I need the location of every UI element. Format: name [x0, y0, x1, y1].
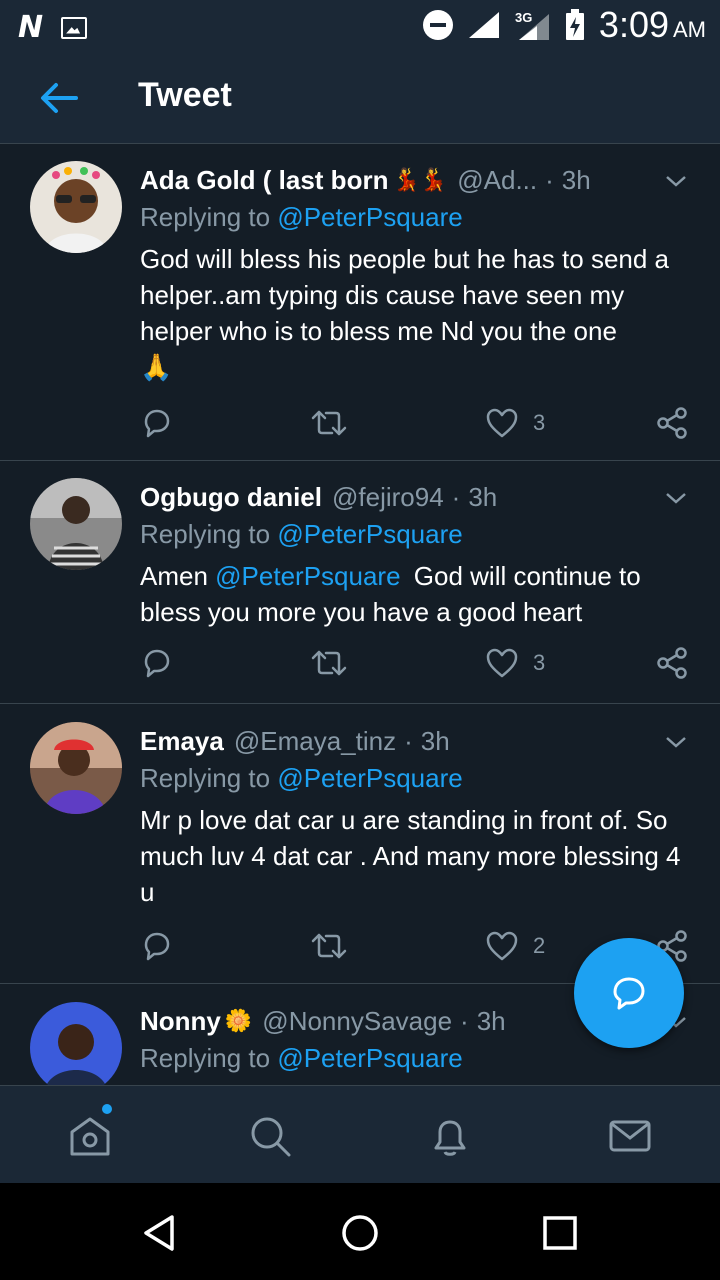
notification-dot [102, 1104, 112, 1114]
user-handle[interactable]: @NonnySavage [262, 1006, 452, 1037]
do-not-disturb-icon [422, 10, 453, 40]
replying-to: Replying to @PeterPsquare [140, 763, 463, 794]
back-triangle-icon[interactable] [140, 1213, 180, 1253]
tweet-text: Mr p love dat car u are standing in fron… [140, 805, 681, 907]
separator-dot: · [460, 1005, 469, 1036]
display-name[interactable]: Emaya [140, 726, 224, 757]
avatar[interactable] [30, 478, 122, 570]
tweet-time: 3h [561, 164, 591, 195]
separator-dot: · [545, 164, 554, 195]
heart-icon [486, 648, 518, 678]
home-circle-icon[interactable] [340, 1213, 380, 1253]
replying-to: Replying to @PeterPsquare [140, 202, 463, 233]
tweet-actions: 3 [140, 643, 700, 683]
like-button[interactable]: 3 [485, 643, 545, 683]
name-emoji: 🌼 [224, 1008, 253, 1034]
network-type-label: 3G [515, 10, 532, 25]
mention-link[interactable]: @PeterPsquare [277, 763, 462, 793]
page-title: Tweet [138, 76, 232, 114]
reply-button[interactable] [140, 643, 174, 683]
reply-button[interactable] [140, 403, 174, 443]
like-count: 2 [533, 933, 546, 958]
status-bar: N 3G 3:09 AM [0, 0, 720, 52]
retweet-button[interactable] [310, 926, 348, 966]
user-handle[interactable]: @Ad... [457, 165, 537, 196]
name-emoji: 💃💃 [392, 167, 448, 193]
reply-icon [144, 649, 170, 678]
tweet-text: Amen @PeterPsquare God will continue to … [140, 558, 690, 630]
chevron-down-icon[interactable] [664, 486, 688, 510]
tweet-text: God will bless his people but he has to … [140, 241, 690, 386]
reply-icon [144, 932, 170, 961]
reply-bubble-icon [613, 977, 645, 1010]
like-button[interactable]: 2 [485, 926, 545, 966]
signal-3g-icon: 3G [515, 10, 549, 40]
recents-square-icon[interactable] [540, 1213, 580, 1253]
tweet-text-emoji: 🙏 [140, 353, 173, 383]
tweet[interactable]: Ogbugo daniel @fejiro94 · 3h Replying to… [0, 461, 720, 704]
tweet-time: 3h [468, 481, 498, 512]
notifications-icon[interactable] [428, 1114, 472, 1158]
avatar[interactable] [30, 722, 122, 814]
gallery-icon [61, 16, 88, 39]
back-button[interactable] [36, 78, 80, 118]
tweet-text-content: God will bless his people but he has to … [140, 244, 670, 346]
tweet-actions: 3 [140, 403, 700, 443]
chevron-down-icon[interactable] [664, 730, 688, 754]
mention-link[interactable]: @PeterPsquare [277, 1043, 462, 1073]
retweet-icon [311, 933, 347, 959]
heart-icon [486, 931, 518, 961]
network-logo: N [18, 10, 44, 45]
tweet[interactable]: Ada Gold ( last born 💃💃 @Ad... · 3h Repl… [0, 145, 720, 461]
battery-charging-icon [565, 9, 584, 40]
replying-to-label: Replying to [140, 763, 271, 793]
messages-icon[interactable] [608, 1114, 652, 1158]
search-icon[interactable] [248, 1114, 292, 1158]
replying-to-label: Replying to [140, 202, 271, 232]
clock: 3:09 AM [599, 4, 706, 46]
separator-dot: · [404, 725, 413, 756]
replying-to: Replying to @PeterPsquare [140, 1043, 463, 1074]
heart-icon [486, 408, 518, 438]
retweet-button[interactable] [310, 643, 348, 683]
replying-to-label: Replying to [140, 519, 271, 549]
display-name[interactable]: Nonny [140, 1006, 221, 1037]
home-icon[interactable] [68, 1114, 112, 1158]
bottom-nav [0, 1085, 720, 1183]
like-count: 3 [533, 650, 546, 675]
mention-link[interactable]: @PeterPsquare [277, 202, 462, 232]
reply-icon [144, 409, 170, 438]
display-name[interactable]: Ogbugo daniel [140, 482, 322, 513]
tweet-text-prefix: Amen [140, 561, 208, 591]
separator-dot: · [451, 481, 461, 512]
user-handle[interactable]: @fejiro94 [332, 482, 444, 513]
like-button[interactable]: 3 [485, 403, 545, 443]
mention-link[interactable]: @PeterPsquare [277, 519, 462, 549]
user-handle[interactable]: @Emaya_tinz [234, 726, 396, 757]
system-nav [0, 1183, 720, 1280]
tweet-time: 3h [420, 725, 450, 756]
compose-reply-button[interactable] [574, 938, 684, 1048]
share-button[interactable] [655, 643, 689, 683]
signal-icon [468, 12, 499, 38]
retweet-icon [311, 410, 347, 436]
avatar[interactable] [30, 161, 122, 253]
replying-to: Replying to @PeterPsquare [140, 519, 463, 550]
like-count: 3 [533, 410, 546, 435]
clock-time: 3:09 [598, 4, 669, 45]
share-button[interactable] [655, 403, 689, 443]
avatar[interactable] [30, 1002, 122, 1085]
share-icon [657, 407, 687, 439]
mention-link[interactable]: @PeterPsquare [215, 561, 400, 591]
retweet-icon [311, 650, 347, 676]
share-icon [657, 647, 687, 679]
replying-to-label: Replying to [140, 1043, 271, 1073]
display-name[interactable]: Ada Gold ( last born [140, 165, 388, 196]
reply-button[interactable] [140, 926, 174, 966]
tweet-time: 3h [476, 1005, 506, 1036]
app-bar: Tweet [0, 52, 720, 144]
retweet-button[interactable] [310, 403, 348, 443]
clock-ampm: AM [673, 17, 706, 42]
chevron-down-icon[interactable] [664, 169, 688, 193]
